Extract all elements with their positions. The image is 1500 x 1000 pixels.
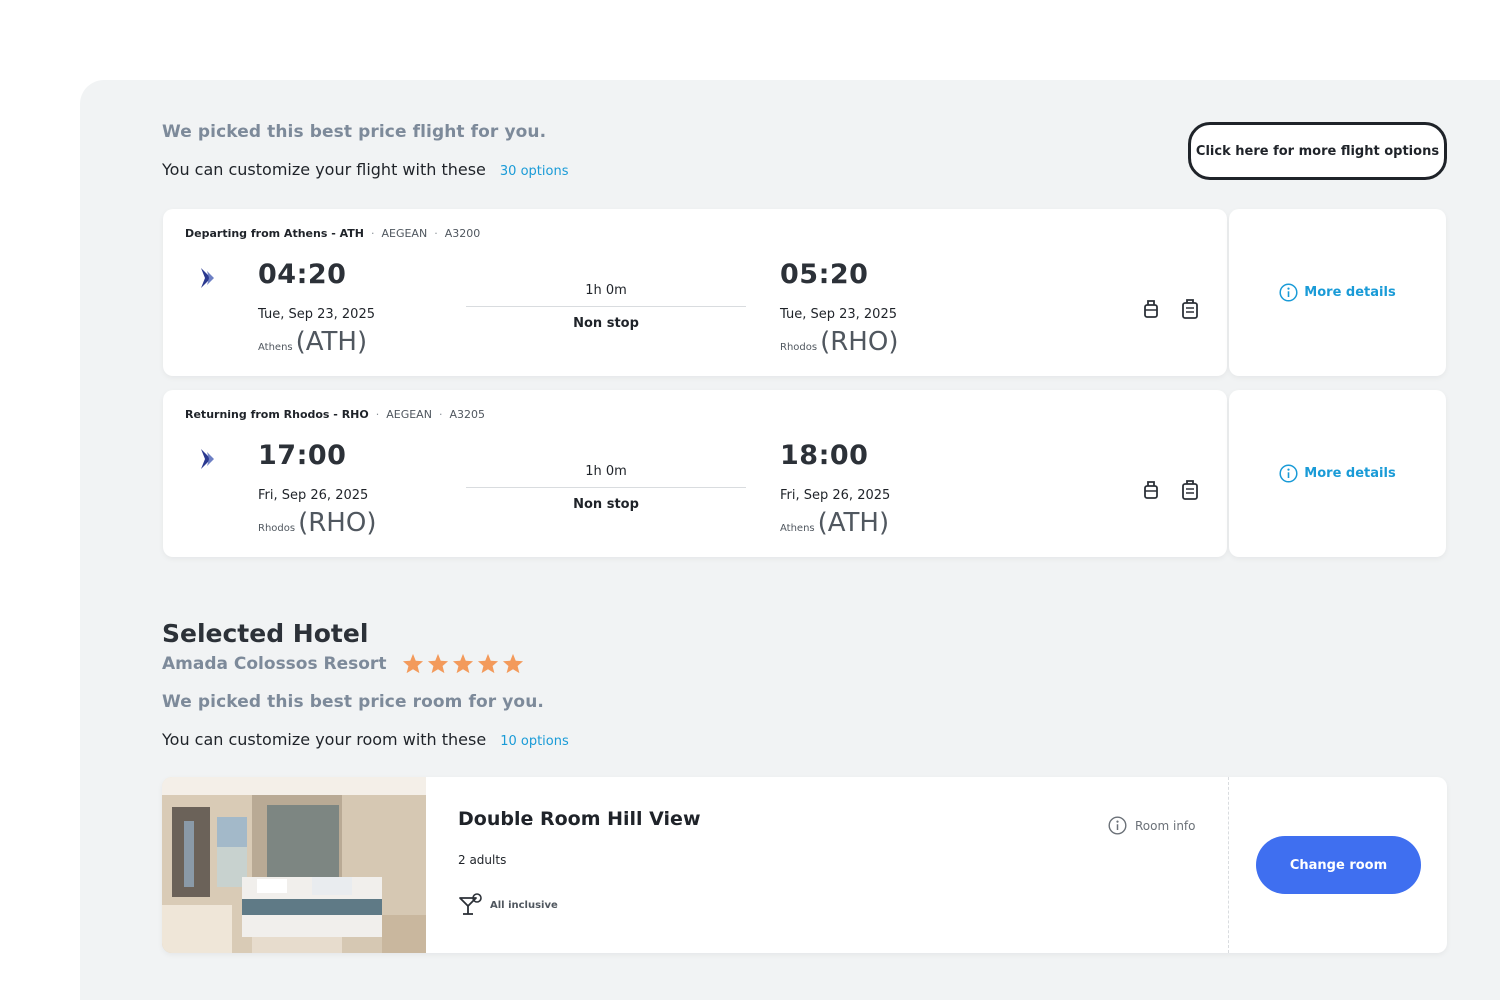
- flight-picked-text: We picked this best price flight for you…: [162, 122, 547, 142]
- arrive-city: Rhodos: [780, 342, 818, 353]
- room-info-link[interactable]: Room info: [1108, 816, 1196, 835]
- depart-code: (ATH): [295, 327, 368, 357]
- star-icon: [428, 653, 449, 674]
- duration-divider: [466, 306, 746, 307]
- carry-on-bag-icon[interactable]: [1142, 299, 1160, 319]
- flight-number: A3200: [444, 227, 481, 240]
- aegean-logo-icon: [201, 268, 214, 288]
- flight-customize-row: You can customize your flight with these…: [162, 160, 568, 179]
- depart-time: 17:00: [258, 440, 347, 471]
- room-title: Double Room Hill View: [458, 808, 701, 830]
- depart-city: Athens: [258, 342, 293, 353]
- selected-hotel-heading: Selected Hotel: [162, 619, 369, 648]
- flight-customize-text: You can customize your flight with these: [162, 160, 486, 179]
- hotel-name: Amada Colossos Resort: [162, 653, 387, 674]
- depart-city: Rhodos: [258, 523, 296, 534]
- depart-place: Rhodos (RHO): [258, 508, 376, 538]
- star-icon: [403, 653, 424, 674]
- room-card: Double Room Hill View 2 adults All inclu…: [162, 777, 1447, 953]
- more-details-link[interactable]: More details: [1229, 464, 1446, 483]
- arrive-time: 18:00: [780, 440, 869, 471]
- flight-card-outbound: Departing from Athens - ATH · AEGEAN · A3200…: [163, 209, 1227, 376]
- change-room-button[interactable]: Change room: [1256, 836, 1421, 894]
- hotel-star-rating: [402, 653, 524, 674]
- flight-number: A3205: [449, 408, 485, 421]
- star-icon: [503, 653, 524, 674]
- arrive-code: (RHO): [820, 327, 899, 357]
- aegean-logo-icon: [201, 449, 214, 469]
- room-occupancy: 2 adults: [458, 853, 507, 867]
- depart-place: Athens (ATH): [258, 327, 367, 357]
- depart-code: (RHO): [298, 508, 377, 538]
- flight-card-return: Returning from Rhodos - RHO · AEGEAN · A3205…: [163, 390, 1227, 557]
- arrive-time: 05:20: [780, 259, 869, 290]
- arrive-city: Athens: [780, 523, 815, 534]
- star-icon: [453, 653, 474, 674]
- room-options-link[interactable]: 10 options: [500, 734, 569, 749]
- star-icon: [478, 653, 499, 674]
- flight-direction: Departing from Athens - ATH: [185, 227, 364, 240]
- room-picked-text: We picked this best price room for you.: [162, 692, 544, 712]
- cocktail-icon: [459, 893, 482, 915]
- flight-duration: 1h 0m: [585, 283, 627, 298]
- flight-direction: Returning from Rhodos - RHO: [185, 408, 369, 421]
- more-details-label: More details: [1304, 285, 1396, 300]
- room-photo[interactable]: [162, 777, 426, 953]
- board-label: All inclusive: [490, 899, 558, 911]
- arrive-code: (ATH): [817, 508, 890, 538]
- more-flight-options-button[interactable]: Click here for more flight options: [1188, 122, 1447, 180]
- flight-route-line: Returning from Rhodos - RHO · AEGEAN · A3205: [185, 408, 485, 421]
- flight-details-card-outbound: More details: [1229, 209, 1446, 376]
- checked-bag-icon[interactable]: [1181, 480, 1199, 500]
- depart-date: Tue, Sep 23, 2025: [258, 307, 375, 322]
- flight-stops: Non stop: [573, 497, 639, 512]
- depart-time: 04:20: [258, 259, 347, 290]
- flight-stops: Non stop: [573, 316, 639, 331]
- flight-options-link[interactable]: 30 options: [500, 164, 569, 179]
- arrive-date: Tue, Sep 23, 2025: [780, 307, 897, 322]
- flight-route-line: Departing from Athens - ATH · AEGEAN · A3200: [185, 227, 481, 240]
- info-icon: [1279, 283, 1298, 302]
- info-icon: [1108, 816, 1127, 835]
- board-type: All inclusive: [458, 893, 558, 917]
- depart-date: Fri, Sep 26, 2025: [258, 488, 369, 503]
- room-info-label: Room info: [1135, 818, 1196, 833]
- arrive-date: Fri, Sep 26, 2025: [780, 488, 891, 503]
- arrive-place: Rhodos (RHO): [780, 327, 898, 357]
- room-card-divider: [1228, 777, 1229, 953]
- hotel-name-row: Amada Colossos Resort: [162, 653, 524, 674]
- more-details-link[interactable]: More details: [1229, 283, 1446, 302]
- more-details-label: More details: [1304, 466, 1396, 481]
- info-icon: [1279, 464, 1298, 483]
- arrive-place: Athens (ATH): [780, 508, 889, 538]
- flight-duration: 1h 0m: [585, 464, 627, 479]
- flight-details-card-return: More details: [1229, 390, 1446, 557]
- room-customize-text: You can customize your room with these: [162, 730, 487, 749]
- carry-on-bag-icon[interactable]: [1142, 480, 1160, 500]
- airline-name: AEGEAN: [386, 408, 432, 421]
- room-customize-row: You can customize your room with these 1…: [162, 730, 569, 749]
- checked-bag-icon[interactable]: [1181, 299, 1199, 319]
- airline-name: AEGEAN: [381, 227, 428, 240]
- duration-divider: [466, 487, 746, 488]
